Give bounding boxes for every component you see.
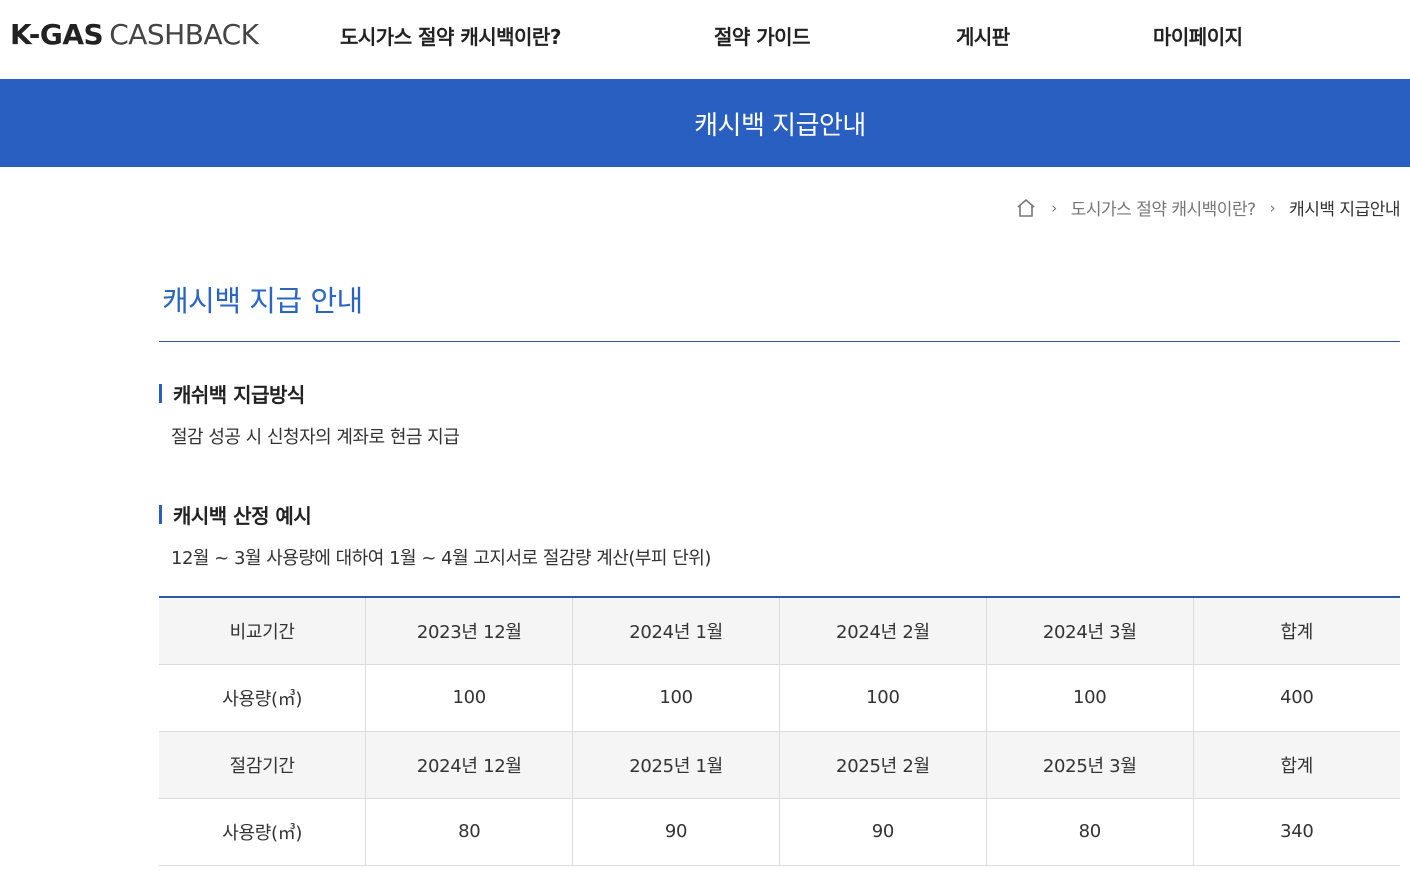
logo-bold-text: K-GAS xyxy=(10,18,104,51)
banner-title: 캐시백 지급안내 xyxy=(694,110,866,141)
table-cell: 100 xyxy=(572,664,780,732)
breadcrumb-separator-icon: › xyxy=(1051,198,1057,217)
table-row-label: 비교기간 xyxy=(159,597,367,665)
table-row-label: 사용량(㎥) xyxy=(159,798,367,866)
table-cell: 합계 xyxy=(1193,597,1400,665)
table-cell: 2024년 12월 xyxy=(365,731,574,799)
site-logo[interactable]: K-GAS CASHBACK xyxy=(10,18,259,51)
table-cell: 2025년 3월 xyxy=(986,731,1194,799)
nav-item-guide[interactable]: 절약 가이드 xyxy=(714,21,810,50)
table-cell: 90 xyxy=(572,798,780,866)
table-header-row: 비교기간 2023년 12월 2024년 1월 2024년 2월 2024년 3월 합계 xyxy=(159,597,1400,665)
table-header-row: 절감기간 2024년 12월 2025년 1월 2025년 2월 2025년 3월 합계 xyxy=(159,731,1400,799)
breadcrumb-separator-icon: › xyxy=(1269,198,1276,217)
breadcrumb: › 도시가스 절약 캐시백이란? › 캐시백 지급안내 xyxy=(1015,195,1400,220)
table-cell: 2024년 1월 xyxy=(572,597,780,665)
table-row-label: 사용량(㎥) xyxy=(159,664,367,732)
title-divider xyxy=(159,341,1400,342)
nav-item-board[interactable]: 게시판 xyxy=(956,21,1010,50)
page-title: 캐시백 지급 안내 xyxy=(162,284,363,318)
table-cell: 100 xyxy=(365,664,574,732)
table-row: 사용량(㎥) 100 100 100 100 400 xyxy=(159,664,1400,732)
table-row: 사용량(㎥) 80 90 90 80 340 xyxy=(159,798,1400,866)
section-heading-calculation-example: 캐시백 산정 예시 xyxy=(159,500,312,529)
section-heading-text: 캐쉬백 지급방식 xyxy=(173,383,305,407)
section-bar xyxy=(159,505,162,524)
section-bar xyxy=(159,384,162,403)
table-cell: 80 xyxy=(986,798,1194,866)
table-cell: 340 xyxy=(1193,798,1400,866)
section-description-payment-method: 절감 성공 시 신청자의 계좌로 현금 지급 xyxy=(171,427,460,448)
table-cell: 100 xyxy=(986,664,1194,732)
breadcrumb-item-current: 캐시백 지급안내 xyxy=(1289,200,1400,220)
table-cell: 2024년 2월 xyxy=(779,597,987,665)
table-cell: 2025년 1월 xyxy=(572,731,780,799)
table-cell: 합계 xyxy=(1193,731,1400,799)
table-cell: 2024년 3월 xyxy=(986,597,1194,665)
table-cell: 100 xyxy=(779,664,987,732)
section-description-calculation-example: 12월 ~ 3월 사용량에 대하여 1월 ~ 4월 고지서로 절감량 계산(부피… xyxy=(171,548,711,569)
nav-item-about[interactable]: 도시가스 절약 캐시백이란? xyxy=(340,21,561,50)
section-heading-text: 캐시백 산정 예시 xyxy=(173,504,312,528)
logo-light-text: CASHBACK xyxy=(109,18,259,51)
table-cell: 80 xyxy=(365,798,574,866)
table-row-label: 절감기간 xyxy=(159,731,367,799)
nav-item-mypage[interactable]: 마이페이지 xyxy=(1153,21,1243,50)
breadcrumb-item-about[interactable]: 도시가스 절약 캐시백이란? xyxy=(1071,195,1256,220)
table-cell: 400 xyxy=(1193,664,1400,732)
table-cell: 2025년 2월 xyxy=(779,731,987,799)
page-banner: 캐시백 지급안내 xyxy=(0,79,1410,167)
site-header: K-GAS CASHBACK 도시가스 절약 캐시백이란? 절약 가이드 게시판 … xyxy=(0,0,1410,79)
section-heading-payment-method: 캐쉬백 지급방식 xyxy=(159,379,305,408)
table-cell: 90 xyxy=(779,798,987,866)
table-cell: 2023년 12월 xyxy=(365,597,574,665)
cashback-example-table: 비교기간 2023년 12월 2024년 1월 2024년 2월 2024년 3월 합계 사… xyxy=(159,596,1400,866)
home-icon[interactable] xyxy=(1015,197,1037,219)
